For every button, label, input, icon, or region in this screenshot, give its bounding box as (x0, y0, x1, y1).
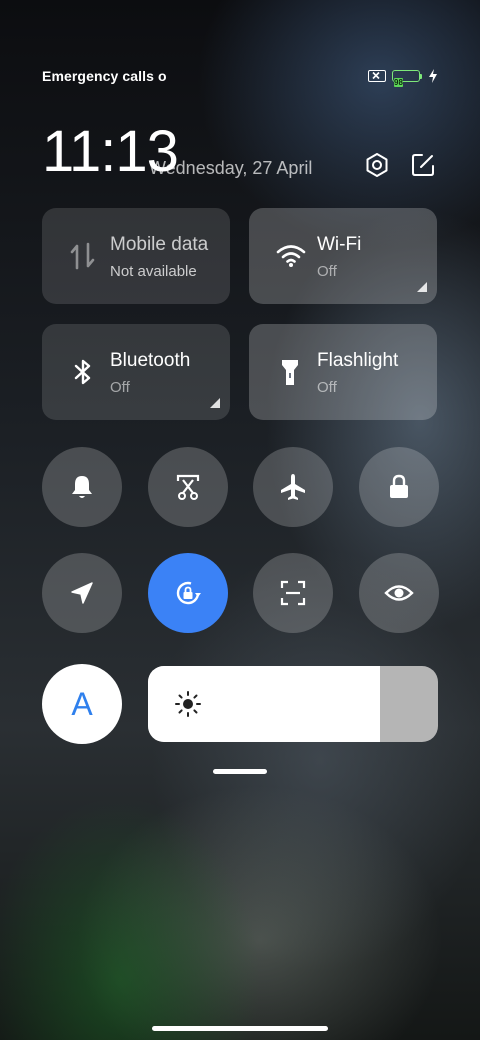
toggle-lock[interactable] (359, 447, 439, 527)
tile-subtitle: Off (317, 263, 337, 280)
toggle-scanner[interactable] (253, 553, 333, 633)
airplane-icon (281, 474, 305, 500)
wifi-icon (275, 240, 306, 272)
settings-icon[interactable] (364, 152, 390, 178)
tile-mobile-data[interactable]: Mobile data Not available (42, 208, 230, 304)
tile-title: Flashlight (317, 350, 399, 371)
edit-icon[interactable] (410, 152, 436, 178)
panel-drag-handle[interactable] (213, 769, 267, 774)
brightness-slider[interactable] (148, 666, 438, 742)
expand-corner-icon[interactable] (417, 282, 427, 292)
tile-flashlight[interactable]: Flashlight Off (249, 324, 437, 420)
tile-title: Mobile data (110, 234, 209, 255)
tile-wifi[interactable]: Wi-Fi Off (249, 208, 437, 304)
home-gesture-bar[interactable] (152, 1026, 328, 1031)
toggle-reading-mode[interactable] (359, 553, 439, 633)
bell-icon (72, 476, 92, 498)
location-arrow-icon (71, 582, 93, 604)
rotation-lock-icon (176, 581, 201, 605)
clock-date: Wednesday, 27 April (149, 158, 313, 178)
mobile-data-icon (68, 240, 98, 272)
tile-title: Bluetooth (110, 350, 191, 371)
tile-subtitle: Off (317, 379, 337, 396)
tile-subtitle: Not available (110, 263, 197, 280)
tile-title: Wi-Fi (317, 234, 362, 255)
flashlight-icon (275, 356, 305, 388)
battery-icon: 98 (392, 70, 422, 87)
scissors-screenshot-icon (176, 474, 200, 500)
bluetooth-icon (68, 356, 98, 388)
toggle-airplane[interactable] (253, 447, 333, 527)
battery-level: 98 (394, 78, 403, 87)
sun-icon (175, 691, 201, 717)
charging-bolt-icon (429, 69, 437, 83)
auto-brightness-button[interactable]: A (42, 664, 122, 744)
no-sim-icon (368, 70, 386, 82)
expand-corner-icon[interactable] (210, 398, 220, 408)
toggle-location[interactable] (42, 553, 122, 633)
clock-header: 11:13 Wednesday, 27 April (42, 122, 438, 182)
carrier-text: Emergency calls o (42, 68, 166, 84)
toggle-rotation-lock[interactable] (148, 553, 228, 633)
scanner-icon (280, 580, 306, 606)
auto-brightness-label: A (71, 685, 93, 722)
tile-subtitle: Off (110, 379, 130, 396)
toggle-ringer[interactable] (42, 447, 122, 527)
tile-bluetooth[interactable]: Bluetooth Off (42, 324, 230, 420)
lock-icon (390, 474, 408, 498)
status-bar: Emergency calls o 98 (42, 64, 438, 88)
eye-icon (384, 585, 414, 601)
toggle-screenshot[interactable] (148, 447, 228, 527)
